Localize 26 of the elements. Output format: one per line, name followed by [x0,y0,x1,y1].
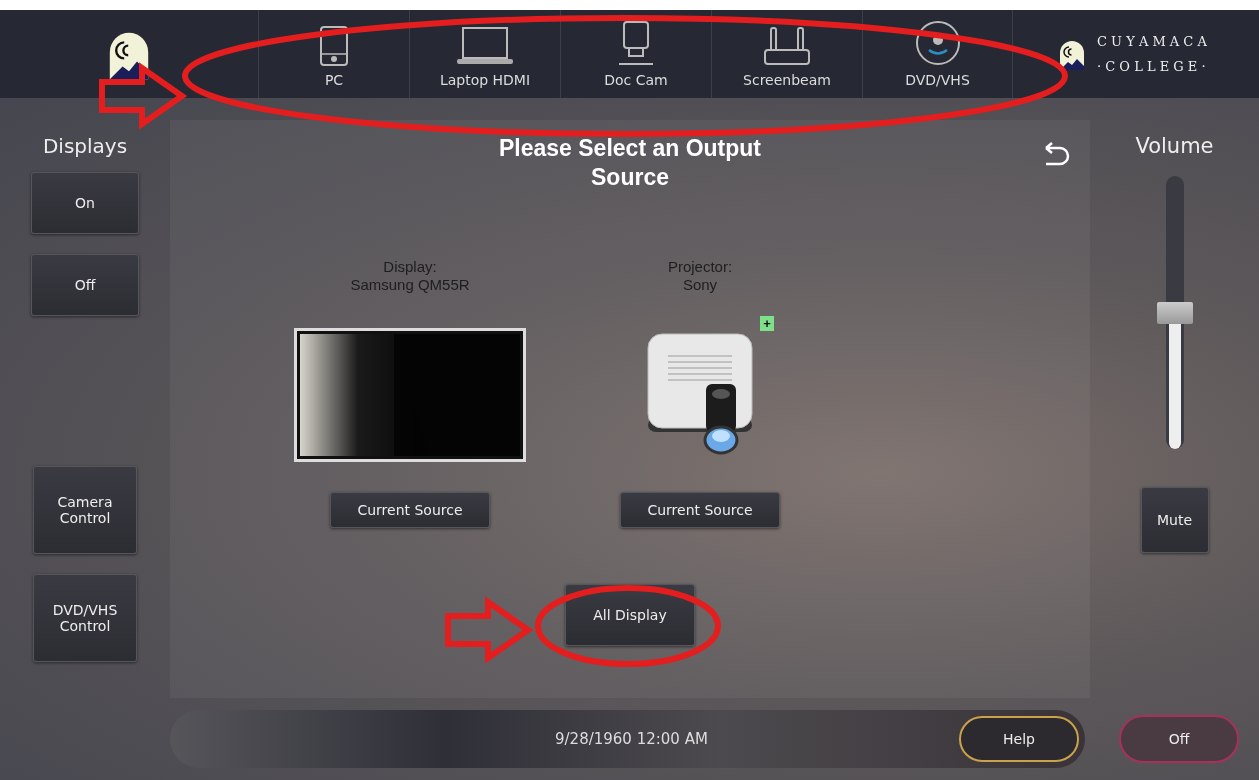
current-source-button[interactable]: Current Source [330,491,490,528]
power-button[interactable]: Off [31,254,139,316]
control-button[interactable]: Camera Control [33,466,137,554]
current-source-button[interactable]: Current Source [620,491,780,528]
disc-icon [914,20,961,66]
all-display-button[interactable]: All Display [565,583,695,646]
section-title: Volume [1135,134,1214,158]
brand-name: C U Y A M A C A [1097,34,1207,49]
date-time: 9/28/1960 12:00 AM [555,730,708,748]
laptop-icon [456,26,514,66]
power-button[interactable]: On [31,172,139,234]
output-label: Projector: Sony [667,257,733,295]
page-title: Please Select an Output Source [498,134,762,192]
help-button[interactable]: Help [959,716,1079,762]
phone-icon [319,26,349,66]
brand-subtitle: · C O L L E G E · [1097,59,1207,74]
monitor-icon [619,20,653,66]
system-off-button[interactable]: Off [1119,715,1239,763]
router-icon [763,26,811,66]
mute-button[interactable]: Mute [1140,487,1209,553]
output-label: Display: Samsung QM55R [350,257,470,295]
volume-slider[interactable] [1156,176,1193,449]
plus-badge: + [760,315,774,331]
section-title: Displays [42,134,128,158]
control-button[interactable]: DVD/VHS Control [33,574,137,662]
slider-thumb[interactable] [1156,301,1193,324]
